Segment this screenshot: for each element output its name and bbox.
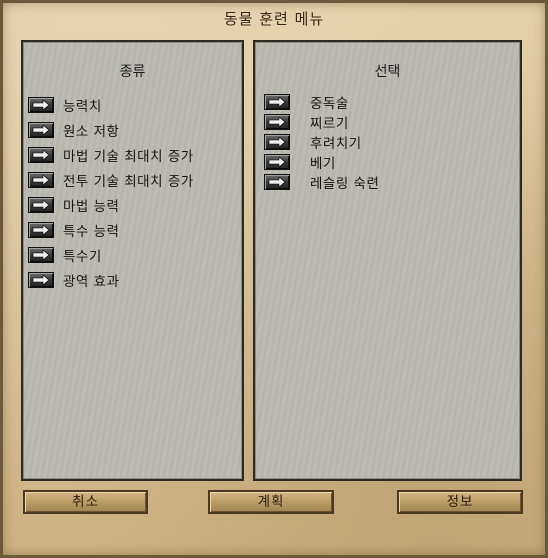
- category-label: 마법 기술 최대치 증가: [63, 148, 194, 165]
- selection-panel: 선택 중독술 찌르기 후려치기 베기 레슬링 숙련: [253, 40, 522, 481]
- arrow-right-icon[interactable]: [28, 96, 54, 113]
- arrow-right-icon[interactable]: [28, 271, 54, 288]
- arrow-right-icon[interactable]: [264, 114, 290, 130]
- arrow-right-icon[interactable]: [28, 221, 54, 238]
- category-header: 종류: [119, 64, 146, 80]
- selection-item[interactable]: 찌르기: [264, 112, 379, 132]
- arrow-right-icon[interactable]: [28, 246, 54, 263]
- selection-label: 후려치기: [310, 136, 362, 152]
- category-item[interactable]: 광역 효과: [28, 267, 194, 292]
- category-panel: 종류 능력치 원소 저항 마법 기술 최대치 증가 전투 기술 최대치 증가 마…: [21, 40, 244, 481]
- arrow-right-icon[interactable]: [264, 154, 290, 170]
- category-item[interactable]: 능력치: [28, 92, 194, 117]
- category-item[interactable]: 마법 능력: [28, 192, 194, 217]
- arrow-right-icon[interactable]: [264, 94, 290, 110]
- arrow-right-icon[interactable]: [28, 196, 54, 213]
- category-item[interactable]: 특수 능력: [28, 217, 194, 242]
- selection-item[interactable]: 중독술: [264, 92, 379, 112]
- category-item[interactable]: 원소 저항: [28, 117, 194, 142]
- selection-item[interactable]: 레슬링 숙련: [264, 172, 379, 192]
- selection-item[interactable]: 후려치기: [264, 132, 379, 152]
- arrow-right-icon[interactable]: [28, 121, 54, 138]
- category-item[interactable]: 특수기: [28, 242, 194, 267]
- category-label: 특수기: [63, 248, 102, 265]
- category-label: 전투 기술 최대치 증가: [63, 173, 194, 190]
- selection-label: 베기: [310, 156, 336, 172]
- category-label: 원소 저항: [63, 123, 120, 140]
- category-label: 광역 효과: [63, 273, 120, 290]
- arrow-right-icon[interactable]: [28, 146, 54, 163]
- category-item[interactable]: 전투 기술 최대치 증가: [28, 167, 194, 192]
- window-title: 동물 훈련 메뉴: [223, 10, 325, 28]
- selection-label: 레슬링 숙련: [310, 176, 380, 192]
- training-window: 동물 훈련 메뉴 종류 능력치 원소 저항 마법 기술 최대치 증가 전투 기술…: [0, 0, 548, 558]
- category-item[interactable]: 마법 기술 최대치 증가: [28, 142, 194, 167]
- info-button[interactable]: 정보: [397, 490, 523, 514]
- category-label: 특수 능력: [63, 223, 120, 240]
- selection-label: 찌르기: [310, 116, 349, 132]
- selection-item[interactable]: 베기: [264, 152, 379, 172]
- plan-button[interactable]: 계획: [208, 490, 334, 514]
- selection-label: 중독술: [310, 96, 349, 112]
- category-label: 마법 능력: [63, 198, 120, 215]
- category-label: 능력치: [63, 98, 102, 115]
- arrow-right-icon[interactable]: [264, 134, 290, 150]
- cancel-button[interactable]: 취소: [23, 490, 148, 514]
- arrow-right-icon[interactable]: [264, 174, 290, 190]
- arrow-right-icon[interactable]: [28, 171, 54, 188]
- category-list: 능력치 원소 저항 마법 기술 최대치 증가 전투 기술 최대치 증가 마법 능…: [28, 92, 194, 292]
- selection-list: 중독술 찌르기 후려치기 베기 레슬링 숙련: [264, 92, 379, 192]
- selection-header: 선택: [374, 64, 401, 80]
